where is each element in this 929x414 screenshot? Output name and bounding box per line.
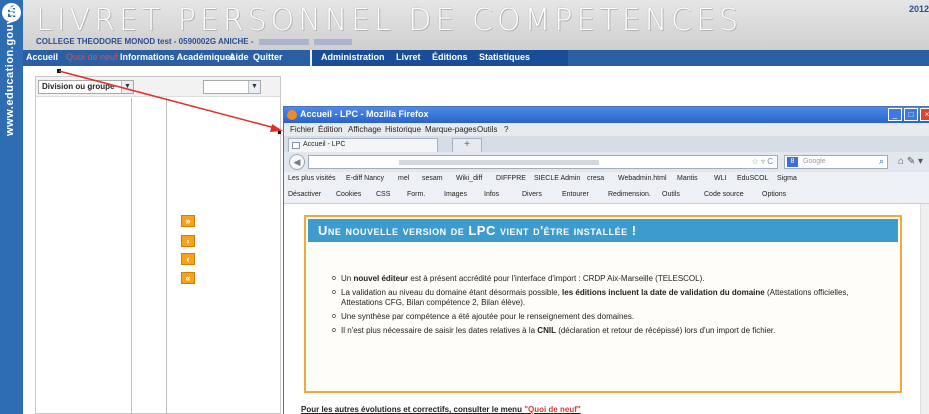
navigation-bar: ◀ ☆ ▿ C 8 Google ⌕ ⌂ ✎ ▾ bbox=[284, 152, 929, 172]
reload-icon[interactable]: ☆ ▿ C bbox=[752, 157, 773, 166]
home-icon[interactable]: ⌂ ✎ ▾ bbox=[898, 156, 923, 167]
menu-outils[interactable]: Outils bbox=[477, 125, 497, 134]
webdev-item[interactable]: Divers bbox=[522, 191, 542, 198]
webdev-item[interactable]: Code source bbox=[704, 191, 744, 198]
new-tab-button[interactable]: + bbox=[452, 138, 482, 152]
webdev-item[interactable]: Désactiver bbox=[288, 191, 321, 198]
search-input[interactable]: 8 Google ⌕ bbox=[784, 155, 888, 169]
bookmark-item[interactable]: E-diff Nancy bbox=[346, 175, 384, 182]
bookmark-item[interactable]: Les plus visités bbox=[288, 175, 335, 182]
search-placeholder: Google bbox=[803, 158, 826, 165]
page-content: Une nouvelle version de LPC vient d'être… bbox=[284, 204, 929, 414]
webdev-toolbar: Désactiver Cookies CSS Form. Images Info… bbox=[284, 188, 929, 204]
bookmark-item[interactable]: sesam bbox=[422, 175, 443, 182]
minimize-button[interactable]: _ bbox=[888, 108, 902, 121]
back-arrow-icon[interactable]: ◀ bbox=[289, 154, 305, 170]
page-icon bbox=[292, 142, 300, 149]
webdev-item[interactable]: Images bbox=[444, 191, 467, 198]
google-icon: 8 bbox=[787, 157, 798, 167]
webdev-item[interactable]: Infos bbox=[484, 191, 499, 198]
notice-box: Une nouvelle version de LPC vient d'être… bbox=[304, 215, 902, 393]
screen: { "app": { "logo_letter": "É", "vertical… bbox=[0, 0, 929, 414]
footer-note: Pour les autres évolutions et correctifs… bbox=[301, 405, 581, 414]
window-title: Accueil - LPC - Mozilla Firefox bbox=[300, 109, 429, 119]
menu-help[interactable]: ? bbox=[504, 125, 508, 134]
browser-menubar: Fichier Édition Affichage Historique Mar… bbox=[284, 123, 929, 136]
bookmark-item[interactable]: Wiki_diff bbox=[456, 175, 482, 182]
menu-marque-pages[interactable]: Marque-pages bbox=[425, 125, 477, 134]
list-item: La validation au niveau du domaine étant… bbox=[332, 288, 892, 308]
webdev-item[interactable]: Redimension. bbox=[608, 191, 651, 198]
bookmark-item[interactable]: SIECLE Admin bbox=[534, 175, 580, 182]
webdev-item[interactable]: Form. bbox=[407, 191, 425, 198]
bookmark-item[interactable]: DIFFPRE bbox=[496, 175, 526, 182]
notice-heading: Une nouvelle version de LPC vient d'être… bbox=[308, 219, 898, 242]
vertical-scrollbar[interactable] bbox=[920, 204, 929, 414]
url-bar[interactable]: ☆ ▿ C bbox=[308, 155, 778, 169]
notice-list: Un nouvel éditeur est à présent accrédit… bbox=[332, 274, 892, 340]
menu-edition[interactable]: Édition bbox=[318, 125, 342, 134]
list-item: Un nouvel éditeur est à présent accrédit… bbox=[332, 274, 892, 284]
webdev-item[interactable]: Outils bbox=[662, 191, 680, 198]
list-item: Il n'est plus nécessaire de saisir les d… bbox=[332, 326, 892, 336]
webdev-item[interactable]: Cookies bbox=[336, 191, 361, 198]
blurred-url bbox=[399, 160, 599, 165]
quoi-de-neuf-link[interactable]: "Quoi de neuf" bbox=[524, 405, 580, 414]
bookmarks-bar: Les plus visités E-diff Nancy mel sesam … bbox=[284, 172, 929, 188]
menu-fichier[interactable]: Fichier bbox=[290, 125, 314, 134]
search-icon[interactable]: ⌕ bbox=[879, 156, 884, 167]
bookmark-item[interactable]: EduSCOL bbox=[737, 175, 769, 182]
bookmark-item[interactable]: Sigma bbox=[777, 175, 797, 182]
window-titlebar[interactable]: Accueil - LPC - Mozilla Firefox _ □ × bbox=[284, 107, 929, 123]
webdev-item[interactable]: Entourer bbox=[562, 191, 589, 198]
bookmark-item[interactable]: WLI bbox=[714, 175, 726, 182]
webdev-item[interactable]: CSS bbox=[376, 191, 390, 198]
firefox-window: Accueil - LPC - Mozilla Firefox _ □ × Fi… bbox=[283, 106, 929, 414]
tab-bar: Accueil - LPC + bbox=[284, 136, 929, 152]
bookmark-item[interactable]: Webadmin.html bbox=[618, 175, 667, 182]
tab-label: Accueil - LPC bbox=[303, 141, 346, 148]
close-button[interactable]: × bbox=[920, 108, 929, 121]
menu-historique[interactable]: Historique bbox=[385, 125, 421, 134]
bookmark-item[interactable]: Mantis bbox=[677, 175, 698, 182]
bookmark-item[interactable]: cresa bbox=[587, 175, 604, 182]
maximize-button[interactable]: □ bbox=[904, 108, 918, 121]
firefox-icon bbox=[287, 110, 297, 120]
menu-affichage[interactable]: Affichage bbox=[348, 125, 381, 134]
webdev-item[interactable]: Options bbox=[762, 191, 786, 198]
bookmark-item[interactable]: mel bbox=[398, 175, 409, 182]
list-item: Une synthèse par compétence a été ajouté… bbox=[332, 312, 892, 322]
tab-accueil-lpc[interactable]: Accueil - LPC bbox=[288, 138, 438, 152]
